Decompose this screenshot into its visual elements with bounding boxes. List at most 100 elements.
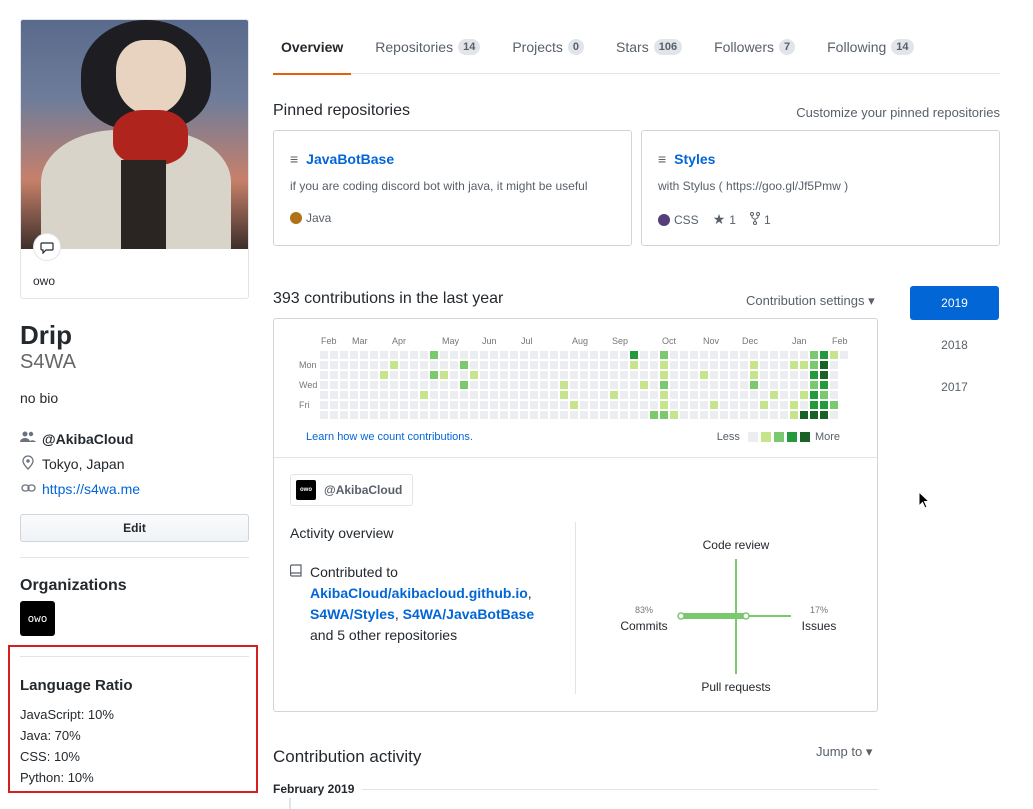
contribution-day[interactable] xyxy=(600,371,608,379)
contribution-day[interactable] xyxy=(570,351,578,359)
contribution-day[interactable] xyxy=(720,401,728,409)
contribution-day[interactable] xyxy=(710,391,718,399)
contribution-day[interactable] xyxy=(420,351,428,359)
contribution-day[interactable] xyxy=(800,381,808,389)
contribution-day[interactable] xyxy=(550,361,558,369)
contribution-day[interactable] xyxy=(700,391,708,399)
contribution-day[interactable] xyxy=(330,401,338,409)
contribution-day[interactable] xyxy=(570,371,578,379)
contribution-day[interactable] xyxy=(810,411,818,419)
contribution-day[interactable] xyxy=(440,371,448,379)
contribution-day[interactable] xyxy=(330,371,338,379)
contribution-day[interactable] xyxy=(690,371,698,379)
drag-handle-icon[interactable]: ≡ xyxy=(290,151,298,167)
contribution-day[interactable] xyxy=(740,411,748,419)
contribution-day[interactable] xyxy=(790,391,798,399)
contribution-day[interactable] xyxy=(460,351,468,359)
contribution-day[interactable] xyxy=(390,391,398,399)
contribution-day[interactable] xyxy=(380,361,388,369)
contribution-day[interactable] xyxy=(680,371,688,379)
contribution-day[interactable] xyxy=(510,401,518,409)
tab-following[interactable]: Following 14 xyxy=(819,20,921,74)
edit-profile-button[interactable]: Edit xyxy=(20,514,249,542)
contribution-day[interactable] xyxy=(680,401,688,409)
contribution-day[interactable] xyxy=(360,381,368,389)
contribution-day[interactable] xyxy=(660,401,668,409)
contribution-day[interactable] xyxy=(640,361,648,369)
contribution-day[interactable] xyxy=(420,411,428,419)
contribution-day[interactable] xyxy=(440,351,448,359)
contribution-day[interactable] xyxy=(710,371,718,379)
contribution-day[interactable] xyxy=(420,391,428,399)
contribution-day[interactable] xyxy=(360,351,368,359)
contribution-day[interactable] xyxy=(450,371,458,379)
contribution-day[interactable] xyxy=(600,361,608,369)
contribution-day[interactable] xyxy=(440,411,448,419)
contribution-day[interactable] xyxy=(340,361,348,369)
contribution-day[interactable] xyxy=(600,391,608,399)
contribution-day[interactable] xyxy=(700,401,708,409)
contribution-day[interactable] xyxy=(350,401,358,409)
customize-pinned-link[interactable]: Customize your pinned repositories xyxy=(796,105,1000,120)
contribution-day[interactable] xyxy=(540,361,548,369)
contribution-day[interactable] xyxy=(560,391,568,399)
contribution-day[interactable] xyxy=(440,361,448,369)
contribution-day[interactable] xyxy=(390,381,398,389)
contribution-day[interactable] xyxy=(800,371,808,379)
contribution-day[interactable] xyxy=(640,371,648,379)
contribution-day[interactable] xyxy=(360,361,368,369)
contribution-day[interactable] xyxy=(600,411,608,419)
contribution-day[interactable] xyxy=(600,351,608,359)
contribution-day[interactable] xyxy=(360,411,368,419)
contribution-day[interactable] xyxy=(720,411,728,419)
contribution-day[interactable] xyxy=(470,401,478,409)
contribution-day[interactable] xyxy=(580,361,588,369)
contribution-day[interactable] xyxy=(520,401,528,409)
contribution-day[interactable] xyxy=(810,391,818,399)
contribution-day[interactable] xyxy=(620,401,628,409)
contribution-day[interactable] xyxy=(660,411,668,419)
contribution-day[interactable] xyxy=(460,411,468,419)
contribution-day[interactable] xyxy=(530,361,538,369)
contribution-day[interactable] xyxy=(750,391,758,399)
contribution-day[interactable] xyxy=(660,391,668,399)
contribution-day[interactable] xyxy=(340,381,348,389)
contribution-day[interactable] xyxy=(610,351,618,359)
contribution-day[interactable] xyxy=(620,411,628,419)
year-link-2019[interactable]: 2019 xyxy=(910,286,999,320)
contribution-day[interactable] xyxy=(610,381,618,389)
contribution-day[interactable] xyxy=(670,391,678,399)
contribution-day[interactable] xyxy=(490,381,498,389)
tab-projects[interactable]: Projects 0 xyxy=(504,20,592,74)
contribution-day[interactable] xyxy=(430,351,438,359)
contribution-day[interactable] xyxy=(360,371,368,379)
contribution-day[interactable] xyxy=(430,381,438,389)
contribution-day[interactable] xyxy=(800,361,808,369)
contribution-day[interactable] xyxy=(700,351,708,359)
contribution-day[interactable] xyxy=(520,371,528,379)
contribution-day[interactable] xyxy=(560,371,568,379)
contribution-day[interactable] xyxy=(370,391,378,399)
profile-website-link[interactable]: https://s4wa.me xyxy=(42,481,140,497)
contribution-day[interactable] xyxy=(480,361,488,369)
contribution-day[interactable] xyxy=(400,371,408,379)
contribution-day[interactable] xyxy=(570,411,578,419)
contribution-day[interactable] xyxy=(590,411,598,419)
contribution-day[interactable] xyxy=(430,371,438,379)
jump-to-dropdown[interactable]: Jump to ▾ xyxy=(816,744,872,760)
contribution-day[interactable] xyxy=(780,371,788,379)
contribution-day[interactable] xyxy=(620,361,628,369)
contribution-day[interactable] xyxy=(590,361,598,369)
contribution-day[interactable] xyxy=(560,361,568,369)
contribution-day[interactable] xyxy=(720,371,728,379)
contribution-day[interactable] xyxy=(630,381,638,389)
year-link-2018[interactable]: 2018 xyxy=(910,328,999,362)
contribution-day[interactable] xyxy=(800,351,808,359)
contribution-day[interactable] xyxy=(360,401,368,409)
contribution-day[interactable] xyxy=(530,391,538,399)
contribution-day[interactable] xyxy=(730,361,738,369)
contribution-day[interactable] xyxy=(480,351,488,359)
contribution-day[interactable] xyxy=(760,411,768,419)
contribution-day[interactable] xyxy=(380,391,388,399)
contribution-day[interactable] xyxy=(500,391,508,399)
